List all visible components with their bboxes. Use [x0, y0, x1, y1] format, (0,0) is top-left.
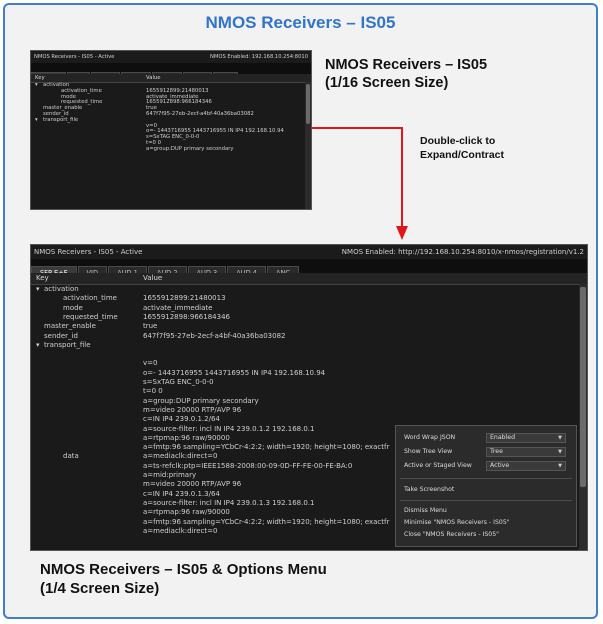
row-value: o=- 1443716955 1443716955 IN IP4 192.168… — [143, 368, 326, 377]
row-value: c=IN IP4 239.0.1.2/64 — [143, 415, 220, 424]
row-key: activation_time — [63, 294, 117, 303]
row-key: sender_id — [44, 331, 78, 340]
row-value: m=video 20000 RTP/AVP 96 — [143, 480, 242, 489]
word-wrap-select[interactable]: Enabled ▼ — [486, 433, 566, 443]
large-panel-caption: NMOS Receivers – IS05 & Options Menu (1/… — [40, 560, 327, 598]
row-value: c=IN IP4 239.0.1.3/64 — [143, 489, 220, 498]
row-value: 1655912898:966184346 — [143, 312, 230, 321]
table-row[interactable]: c=IN IP4 239.0.1.2/64 — [31, 415, 587, 424]
row-value: a=fmtp:96 sampling=YCbCr-4:2:2; width=19… — [143, 517, 390, 526]
menu-option-label: Word Wrap JSON — [404, 434, 456, 441]
table-row[interactable]: master_enable true — [31, 322, 587, 331]
dismiss-menu-button[interactable]: Dismiss Menu — [404, 505, 447, 517]
menu-divider — [400, 500, 572, 501]
row-key: transport_file — [44, 340, 91, 349]
options-menu: Word Wrap JSON Enabled ▼ Show Tree View T… — [395, 425, 577, 547]
nmos-status: NMOS Enabled: http://192.168.10.254:8010… — [341, 248, 584, 256]
row-value: 647f7f95-27eb-2ecf-a4bf-40a36ba03082 — [143, 331, 286, 340]
expand-caret-icon[interactable]: ▾ — [36, 285, 40, 294]
table-header: Key Value — [31, 273, 587, 285]
table-row[interactable]: activation_time 1655912899:21480013 — [31, 294, 587, 303]
table-row[interactable]: ▾ activation — [31, 285, 587, 294]
row-value: a=rtpmap:96 raw/90000 — [143, 433, 230, 442]
chevron-down-icon: ▼ — [558, 435, 562, 441]
scrollbar-thumb[interactable] — [580, 287, 586, 487]
tree-view-select[interactable]: Tree ▼ — [486, 447, 566, 457]
minimise-panel-button[interactable]: Minimise "NMOS Receivers - IS05" — [404, 517, 510, 529]
row-value: activate_immediate — [143, 303, 213, 312]
active-staged-select[interactable]: Active ▼ — [486, 461, 566, 471]
row-value: a=mediaclk:direct=0 — [143, 452, 218, 461]
row-value: s=SxTAG ENC_0-0-0 — [143, 378, 214, 386]
row-value: a=rtpmap:96 raw/90000 — [143, 508, 230, 517]
row-key: mode — [63, 303, 83, 312]
scrollbar[interactable] — [579, 284, 587, 550]
table-row[interactable]: v=0 — [31, 359, 587, 368]
row-value: 1655912899:21480013 — [143, 294, 226, 303]
table-row[interactable]: mode activate_immediate — [31, 304, 587, 313]
row-value: a=mid:primary — [143, 471, 197, 479]
menu-option-word-wrap[interactable]: Word Wrap JSON Enabled ▼ — [404, 432, 568, 444]
row-value: a=group:DUP primary secondary — [143, 396, 259, 405]
table-row[interactable]: sender_id 647f7f95-27eb-2ecf-a4bf-40a36ba… — [31, 332, 587, 341]
table-row[interactable] — [31, 350, 587, 359]
menu-divider — [400, 478, 572, 479]
large-caption-line-2: (1/4 Screen Size) — [40, 580, 160, 597]
arrow-head — [396, 226, 408, 240]
row-key: data — [63, 452, 79, 461]
panel-title: NMOS Receivers - IS05 - Active — [34, 248, 143, 256]
table-row[interactable]: ▾ transport_file — [31, 341, 587, 350]
menu-option-tree-view[interactable]: Show Tree View Tree ▼ — [404, 446, 568, 458]
row-value: t=0 0 — [143, 387, 163, 396]
row-value: true — [143, 322, 158, 331]
row-value: a=source-filter: incl IN IP4 239.0.1.2 1… — [143, 424, 315, 433]
panel-titlebar[interactable]: NMOS Receivers - IS05 - Active NMOS Enab… — [31, 245, 587, 259]
arrow-line — [311, 127, 403, 228]
menu-option-active-staged[interactable]: Active or Staged View Active ▼ — [404, 460, 568, 472]
menu-option-label: Show Tree View — [404, 448, 453, 455]
column-header-value: Value — [143, 274, 163, 282]
table-row[interactable]: t=0 0 — [31, 387, 587, 396]
row-key: requested_time — [63, 312, 118, 321]
table-row[interactable]: o=- 1443716955 1443716955 IN IP4 192.168… — [31, 369, 587, 378]
chevron-down-icon: ▼ — [558, 463, 562, 469]
close-panel-button[interactable]: Close "NMOS Receivers - IS05" — [404, 529, 499, 541]
row-key: activation — [44, 285, 79, 293]
table-row[interactable]: a=group:DUP primary secondary — [31, 397, 587, 406]
table-row[interactable]: s=SxTAG ENC_0-0-0 — [31, 378, 587, 387]
column-header-key: Key — [36, 274, 49, 282]
table-row[interactable]: m=video 20000 RTP/AVP 96 — [31, 406, 587, 415]
table-row[interactable]: requested_time 1655912898:966184346 — [31, 313, 587, 322]
menu-option-label: Active or Staged View — [404, 462, 472, 469]
tab-bar: SFP E+FVIDAUD 1AUD 2AUD 3AUD 4ANC — [31, 260, 300, 278]
row-value: a=mediaclk:direct=0 — [143, 526, 218, 535]
row-value: a=source-filter: incl IN IP4 239.0.1.3 1… — [143, 498, 315, 507]
row-value: m=video 20000 RTP/AVP 96 — [143, 405, 242, 414]
take-screenshot-button[interactable]: Take Screenshot — [404, 484, 454, 496]
row-value: v=0 — [143, 359, 158, 368]
expand-caret-icon[interactable]: ▾ — [36, 341, 40, 350]
chevron-down-icon: ▼ — [558, 449, 562, 455]
large-caption-line-1: NMOS Receivers – IS05 & Options Menu — [40, 561, 327, 578]
row-key: master_enable — [44, 322, 96, 331]
row-value: a=ts-refclk:ptp=IEEE1588-2008:00-09-0D-F… — [143, 461, 353, 470]
row-value: a=fmtp:96 sampling=YCbCr-4:2:2; width=19… — [143, 443, 390, 452]
